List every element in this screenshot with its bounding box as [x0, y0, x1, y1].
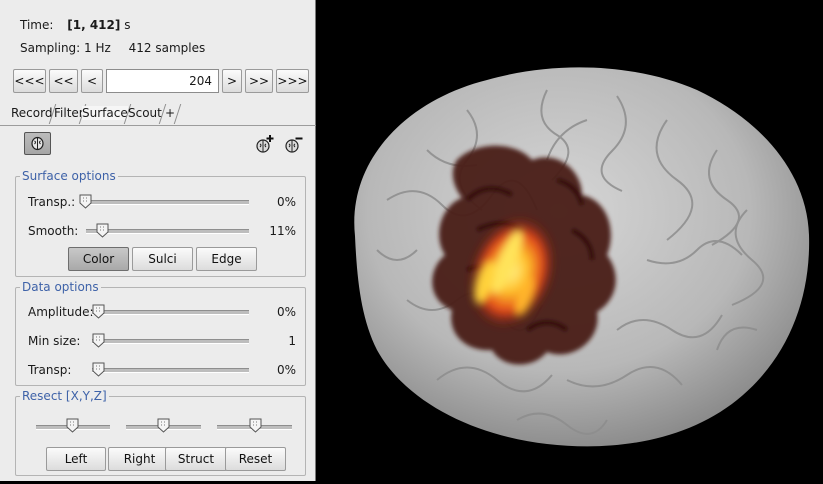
brain-surface-render[interactable]	[317, 0, 823, 481]
time-label: Time:	[20, 18, 54, 32]
smooth-slider[interactable]	[86, 229, 249, 234]
data-options-group: Data options Amplitude: 0% Min size: 1 T…	[15, 280, 306, 386]
brain-toggle-button[interactable]	[24, 132, 51, 155]
data-transp-label: Transp:	[28, 363, 72, 377]
amplitude-label: Amplitude:	[28, 305, 94, 319]
data-transp-value: 0%	[276, 363, 296, 377]
samples-count: 412 samples	[128, 41, 206, 55]
smooth-label: Smooth:	[28, 224, 79, 238]
resect-struct-button[interactable]: Struct	[165, 447, 227, 471]
amplitude-thumb[interactable]	[92, 304, 105, 319]
resect-left-button[interactable]: Left	[46, 447, 106, 471]
time-row: Time: [1, 412] s	[20, 18, 130, 32]
data-transp-thumb[interactable]	[92, 362, 105, 377]
min-size-value: 1	[288, 334, 296, 348]
tab-surface[interactable]: Surface	[82, 106, 128, 120]
resect-x-thumb[interactable]	[66, 418, 79, 433]
back-10-button[interactable]: <<	[49, 69, 78, 93]
brain-3d-viewer[interactable]	[317, 0, 823, 481]
min-size-slider[interactable]	[92, 339, 249, 344]
remove-surface-icon[interactable]	[284, 134, 304, 154]
surface-transp-thumb[interactable]	[79, 194, 92, 209]
time-index-input[interactable]: 204	[106, 69, 219, 93]
smooth-thumb[interactable]	[96, 223, 109, 238]
first-button[interactable]: <<<	[13, 69, 46, 93]
data-options-title: Data options	[20, 280, 101, 294]
amplitude-slider[interactable]	[92, 310, 249, 315]
brain-toggle-icon	[31, 136, 44, 151]
color-button[interactable]: Color	[68, 247, 129, 271]
surface-transp-value: 0%	[276, 195, 296, 209]
resect-z-thumb[interactable]	[249, 418, 262, 433]
control-panel: Time: [1, 412] s Sampling: 1 Hz 412 samp…	[0, 0, 316, 481]
add-surface-icon[interactable]	[255, 134, 275, 154]
min-size-label: Min size:	[28, 334, 81, 348]
surface-options-title: Surface options	[20, 169, 118, 183]
surface-transp-slider[interactable]	[82, 200, 249, 205]
time-unit: s	[124, 18, 131, 32]
min-size-thumb[interactable]	[92, 333, 105, 348]
sampling-label: Sampling: 1 Hz	[20, 41, 111, 55]
data-transp-slider[interactable]	[92, 368, 249, 373]
forward-button[interactable]: >	[222, 69, 242, 93]
surface-transp-label: Transp.:	[28, 195, 76, 209]
tab-scout[interactable]: Scout	[128, 106, 162, 120]
last-button[interactable]: >>>	[276, 69, 309, 93]
resect-group: Resect [X,Y,Z] Left Right Struct Reset	[15, 389, 306, 476]
tab-bar: Record Filter Surface Scout +	[0, 102, 316, 126]
back-button[interactable]: <	[81, 69, 103, 93]
tab-add[interactable]: +	[165, 106, 175, 120]
tab-filter[interactable]: Filter	[54, 106, 84, 120]
edge-button[interactable]: Edge	[196, 247, 257, 271]
tab-record[interactable]: Record	[11, 106, 52, 120]
sulci-button[interactable]: Sulci	[132, 247, 193, 271]
resect-title: Resect [X,Y,Z]	[20, 389, 109, 403]
resect-reset-button[interactable]: Reset	[225, 447, 286, 471]
amplitude-value: 0%	[276, 305, 296, 319]
resect-right-button[interactable]: Right	[108, 447, 171, 471]
time-value: [1, 412]	[67, 18, 121, 32]
resect-y-thumb[interactable]	[157, 418, 170, 433]
smooth-value: 11%	[269, 224, 296, 238]
surface-options-group: Surface options Transp.: 0% Smooth: 11% …	[15, 169, 306, 277]
sampling-row: Sampling: 1 Hz 412 samples	[20, 41, 205, 55]
forward-10-button[interactable]: >>	[245, 69, 273, 93]
